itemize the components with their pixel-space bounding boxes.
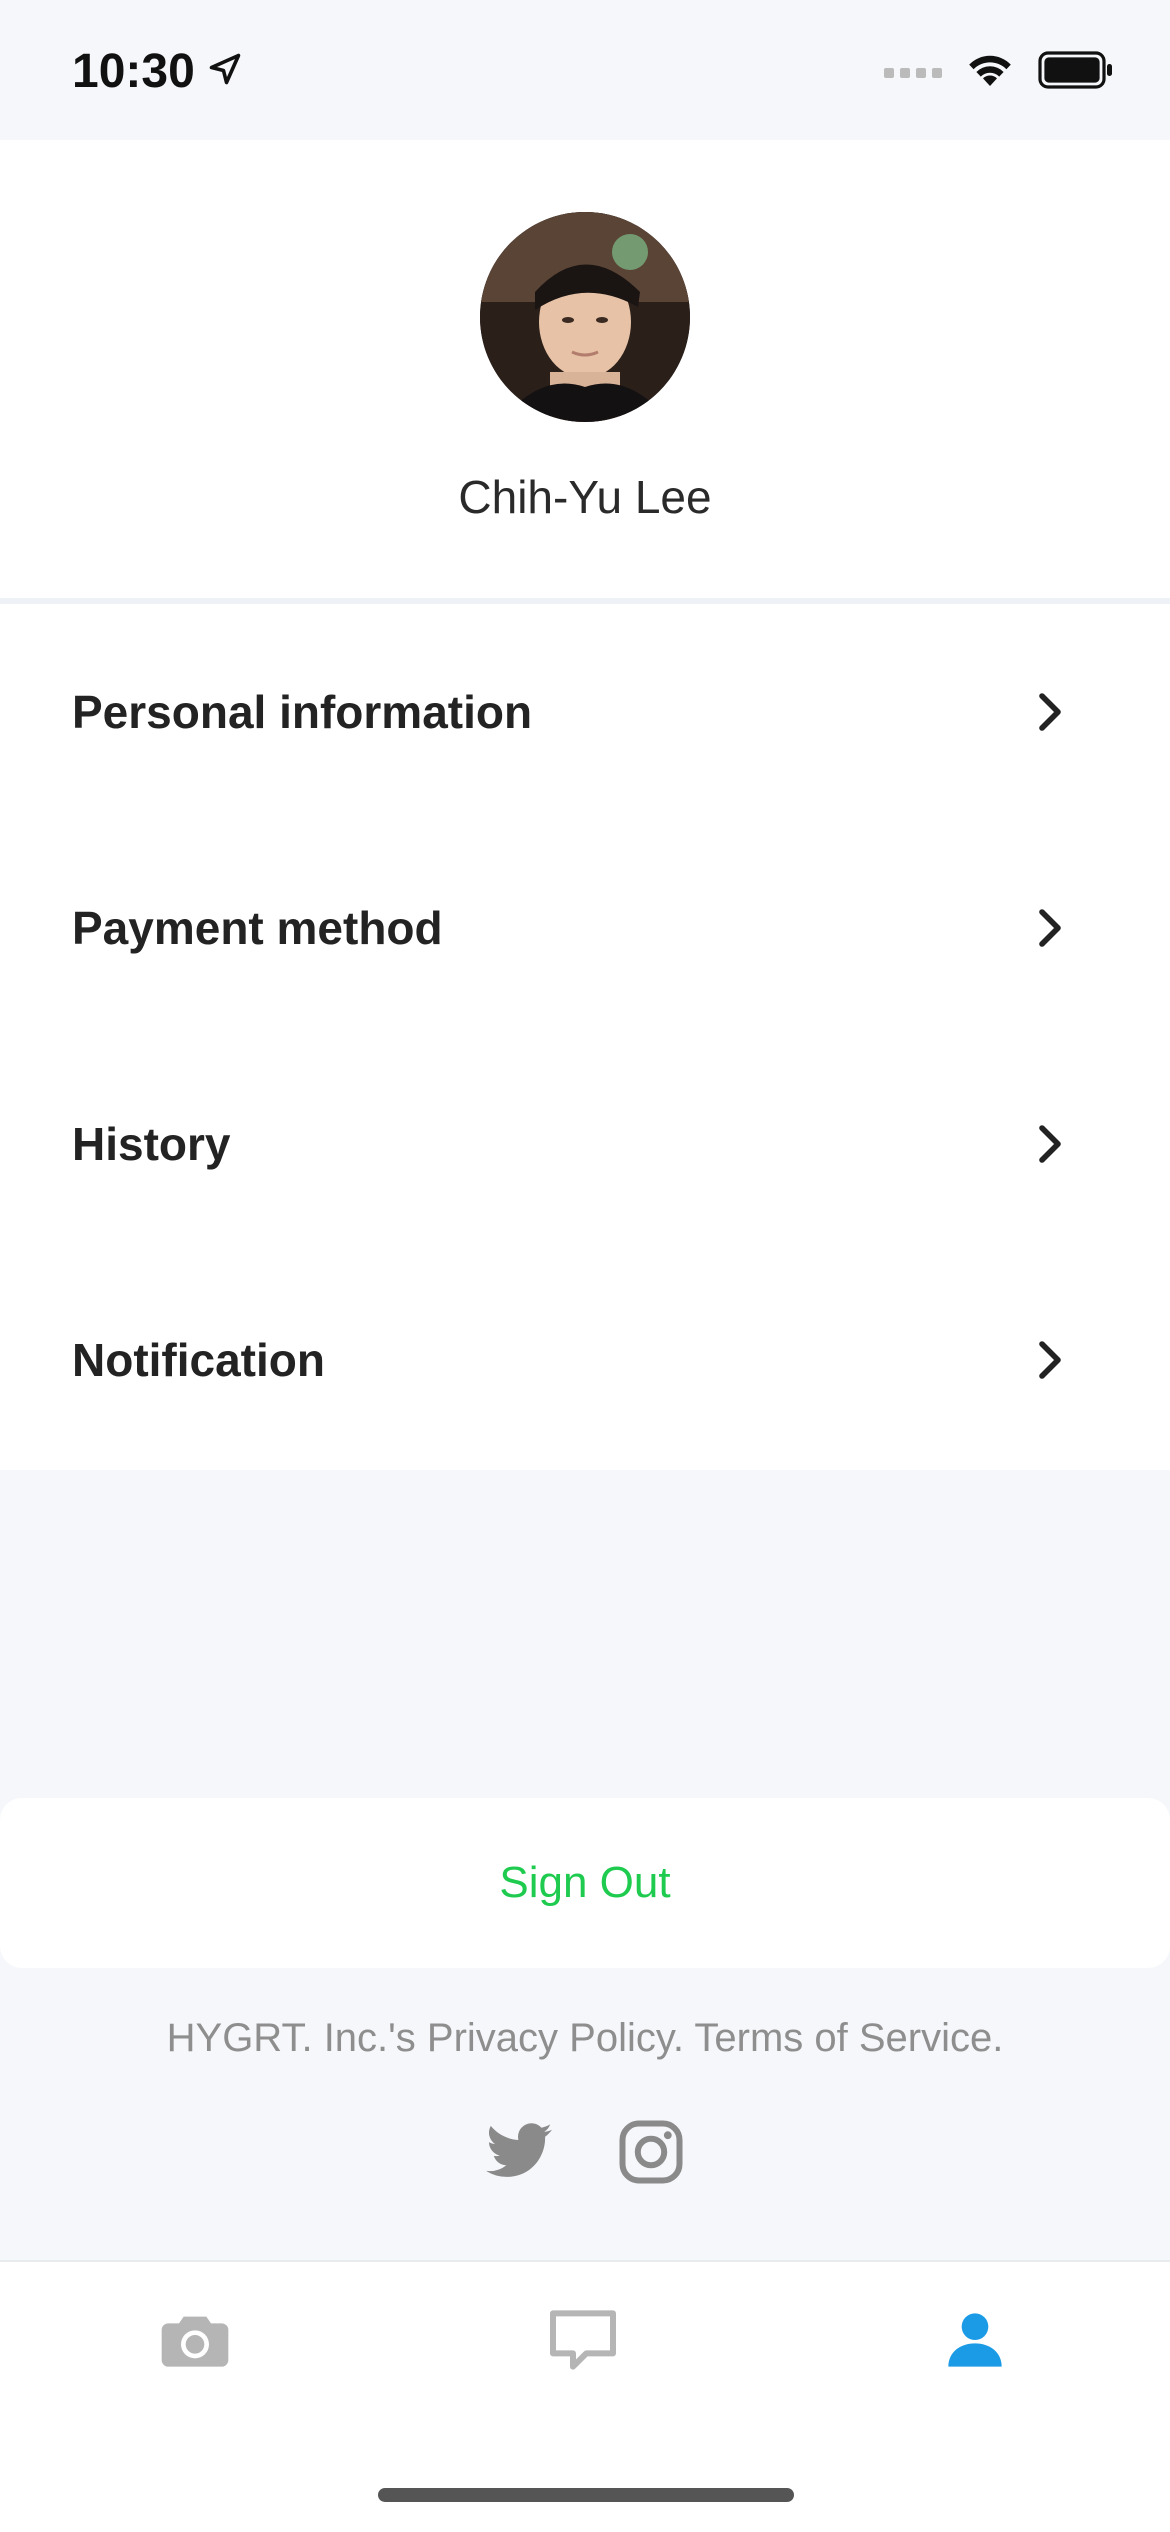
status-time-container: 10:30: [72, 44, 243, 99]
tab-chat[interactable]: [523, 2290, 643, 2390]
avatar[interactable]: [480, 212, 690, 422]
sign-out-button[interactable]: Sign Out: [0, 1798, 1170, 1968]
home-indicator: [378, 2488, 794, 2502]
status-bar: 10:30: [0, 0, 1170, 140]
twitter-icon[interactable]: [483, 2116, 555, 2188]
tab-profile[interactable]: [915, 2290, 1035, 2390]
menu-item-label: Payment method: [72, 902, 443, 954]
chevron-right-icon: [1030, 1124, 1070, 1164]
chevron-right-icon: [1030, 1340, 1070, 1380]
chevron-right-icon: [1030, 908, 1070, 948]
menu-item-personal-information[interactable]: Personal information: [0, 604, 1170, 820]
profile-header: Chih-Yu Lee: [0, 140, 1170, 598]
settings-menu: Personal information Payment method Hist…: [0, 604, 1170, 1470]
social-links: [0, 2116, 1170, 2188]
tab-camera[interactable]: [135, 2290, 255, 2390]
menu-item-history[interactable]: History: [0, 1036, 1170, 1252]
profile-name: Chih-Yu Lee: [458, 471, 712, 523]
sign-out-label: Sign Out: [499, 1858, 671, 1907]
chat-icon: [550, 2310, 616, 2370]
camera-icon: [161, 2316, 229, 2367]
location-arrow-icon: [207, 44, 243, 99]
battery-icon: [1038, 51, 1114, 94]
menu-item-payment-method[interactable]: Payment method: [0, 820, 1170, 1036]
legal-links[interactable]: HYGRT. Inc.'s Privacy Policy. Terms of S…: [0, 2016, 1170, 2061]
chevron-right-icon: [1030, 692, 1070, 732]
instagram-icon[interactable]: [615, 2116, 687, 2188]
menu-item-label: History: [72, 1118, 231, 1170]
menu-item-notification[interactable]: Notification: [0, 1252, 1170, 1468]
status-icons: [884, 50, 1114, 95]
status-time: 10:30: [72, 45, 195, 98]
menu-item-label: Notification: [72, 1334, 325, 1386]
profile-screen: 10:30 Chih-Yu Lee Personal information P…: [0, 0, 1170, 2532]
menu-item-label: Personal information: [72, 686, 533, 738]
wifi-icon: [964, 50, 1016, 95]
profile-icon: [948, 2313, 1002, 2367]
signal-icon: [884, 67, 942, 78]
